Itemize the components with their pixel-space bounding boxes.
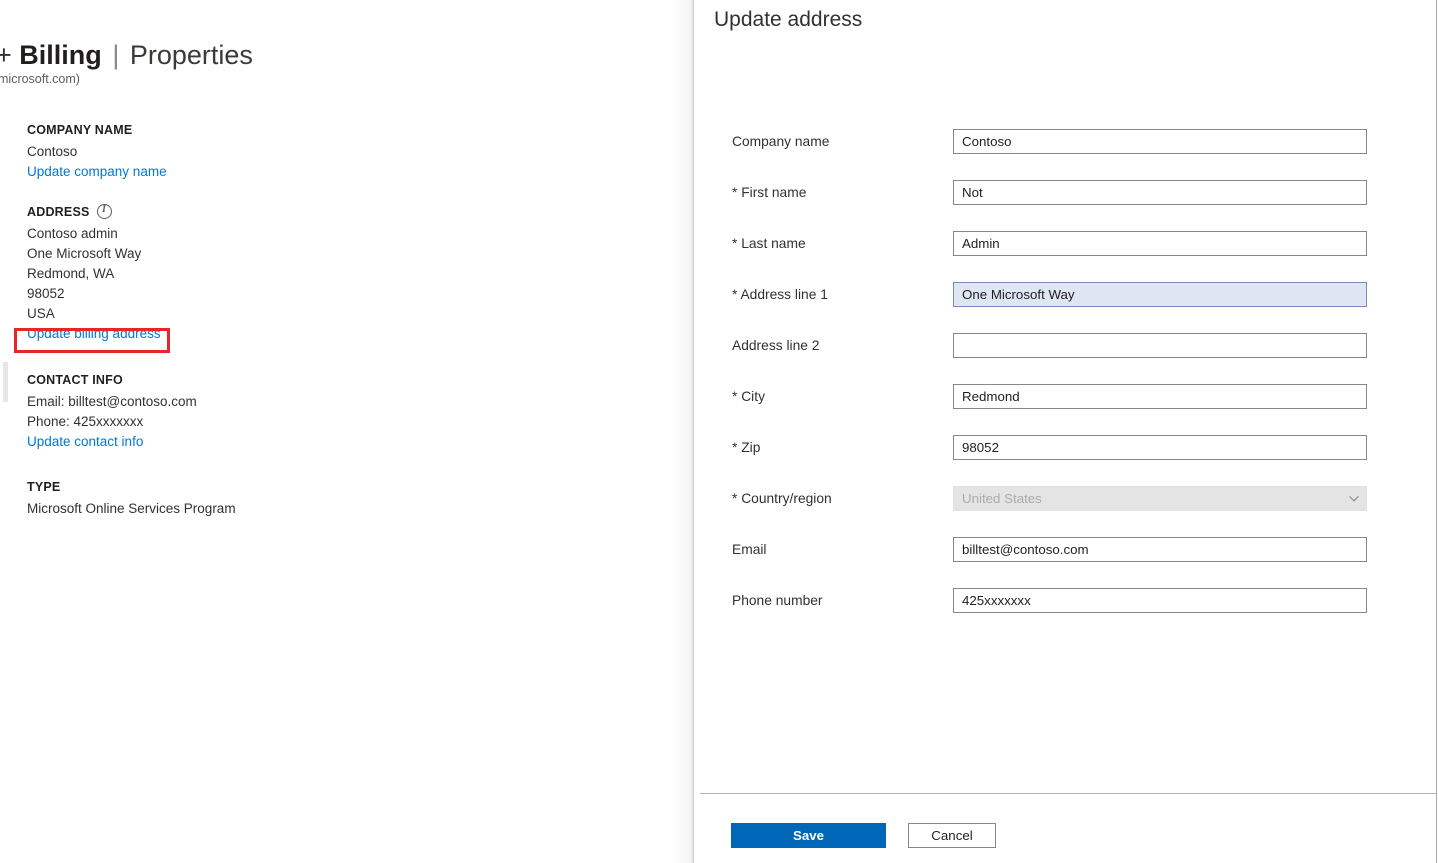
type-value: Microsoft Online Services Program (27, 499, 236, 519)
section-heading-label: CONTACT INFO (27, 373, 123, 387)
label-zip: * Zip (732, 440, 760, 455)
panel-shadow (673, 0, 693, 863)
input-phone-number[interactable] (953, 588, 1367, 613)
contact-phone: Phone: 425xxxxxxx (27, 412, 197, 432)
left-panel-scrollbar[interactable] (3, 362, 8, 402)
label-country-region: * Country/region (732, 491, 832, 506)
form-row-first-name: * First name (694, 169, 1436, 220)
window-border-right (1436, 0, 1437, 863)
label-address-line-1: * Address line 1 (732, 287, 828, 302)
section-heading: ADDRESS (27, 204, 161, 219)
update-billing-address-link[interactable]: Update billing address (27, 324, 161, 344)
page-title-primary: Billing (19, 40, 102, 70)
input-email[interactable] (953, 537, 1367, 562)
title-divider: | (109, 40, 122, 70)
label-last-name: * Last name (732, 236, 806, 251)
section-heading: COMPANY NAME (27, 123, 167, 137)
label-first-name: * First name (732, 185, 806, 200)
form-row-zip: * Zip (694, 424, 1436, 475)
contact-email: Email: billtest@contoso.com (27, 392, 197, 412)
label-company-name: Company name (732, 134, 829, 149)
form-row-address-line-1: * Address line 1 (694, 271, 1436, 322)
page-title-secondary: Properties (130, 40, 253, 70)
add-icon: + (0, 40, 12, 70)
save-button[interactable]: Save (731, 823, 886, 848)
input-last-name[interactable] (953, 231, 1367, 256)
input-address-line-1[interactable] (953, 282, 1367, 307)
label-address-line-2: Address line 2 (732, 338, 819, 353)
address-line: One Microsoft Way (27, 244, 161, 264)
section-address: ADDRESS Contoso admin One Microsoft Way … (27, 204, 161, 344)
form-row-city: * City (694, 373, 1436, 424)
country-region-wrapper: United States (953, 486, 1367, 511)
company-name-value: Contoso (27, 142, 167, 162)
input-company-name[interactable] (953, 129, 1367, 154)
update-address-flyout: Update address Company name * First name… (694, 0, 1436, 863)
update-contact-info-link[interactable]: Update contact info (27, 432, 143, 452)
flyout-title: Update address (714, 8, 862, 32)
cancel-button[interactable]: Cancel (908, 823, 996, 848)
billing-properties-panel: + Billing | Properties microsoft.com) CO… (0, 0, 693, 863)
application-window: + Billing | Properties microsoft.com) CO… (0, 0, 1438, 863)
section-heading: CONTACT INFO (27, 373, 197, 387)
section-company-name: COMPANY NAME Contoso Update company name (27, 123, 167, 182)
page-title: + Billing | Properties (0, 38, 253, 72)
input-zip[interactable] (953, 435, 1367, 460)
form-row-email: Email (694, 526, 1436, 577)
select-country-region[interactable]: United States (953, 486, 1367, 511)
update-company-name-link[interactable]: Update company name (27, 162, 167, 182)
page-subtitle: microsoft.com) (0, 72, 80, 86)
update-address-form: Company name * First name * Last name * … (694, 118, 1436, 628)
footer-divider (700, 793, 1436, 794)
address-line: Redmond, WA (27, 264, 161, 284)
section-heading: TYPE (27, 480, 236, 494)
section-type: TYPE Microsoft Online Services Program (27, 480, 236, 519)
form-row-phone-number: Phone number (694, 577, 1436, 628)
input-first-name[interactable] (953, 180, 1367, 205)
label-email: Email (732, 542, 767, 557)
form-row-last-name: * Last name (694, 220, 1436, 271)
form-row-country-region: * Country/region United States (694, 475, 1436, 526)
info-icon[interactable] (97, 204, 112, 219)
label-city: * City (732, 389, 765, 404)
label-phone-number: Phone number (732, 593, 823, 608)
section-contact-info: CONTACT INFO Email: billtest@contoso.com… (27, 373, 197, 452)
section-heading-label: COMPANY NAME (27, 123, 132, 137)
section-heading-label: TYPE (27, 480, 60, 494)
form-row-address-line-2: Address line 2 (694, 322, 1436, 373)
address-line: USA (27, 304, 161, 324)
section-heading-label: ADDRESS (27, 205, 90, 219)
input-city[interactable] (953, 384, 1367, 409)
form-row-company-name: Company name (694, 118, 1436, 169)
address-line: 98052 (27, 284, 161, 304)
address-line: Contoso admin (27, 224, 161, 244)
input-address-line-2[interactable] (953, 333, 1367, 358)
